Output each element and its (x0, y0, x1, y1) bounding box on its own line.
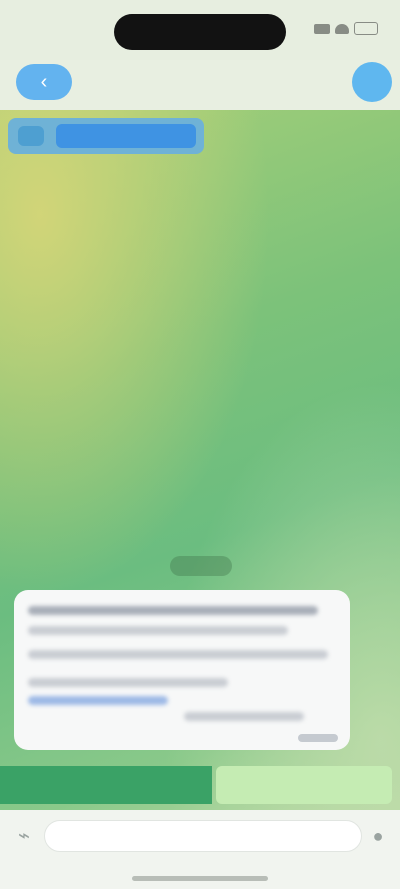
message-text-line (184, 712, 304, 721)
battery-icon (354, 22, 378, 35)
microphone-icon[interactable]: ● (366, 824, 390, 848)
message-text-line (28, 626, 288, 635)
message-link[interactable] (28, 696, 168, 705)
message-text-line (28, 650, 328, 659)
paperclip-icon[interactable]: ⌁ (12, 824, 36, 848)
signal-icon (314, 23, 330, 34)
message-text-line (28, 606, 318, 615)
message-composer: ⌁ ● (0, 810, 400, 889)
message-bubble[interactable] (14, 590, 350, 750)
message-text-line (28, 678, 228, 687)
back-button[interactable]: ‹ (16, 64, 72, 100)
chat-header: ‹ (0, 60, 400, 110)
avatar[interactable] (352, 62, 392, 102)
status-icons (314, 22, 378, 35)
status-bar (0, 0, 400, 60)
wifi-icon (335, 23, 349, 34)
date-chip (170, 556, 232, 576)
pinned-text (56, 124, 196, 148)
home-indicator (132, 876, 268, 881)
inline-keyboard (0, 766, 400, 804)
dynamic-island (114, 14, 286, 50)
message-input[interactable] (44, 820, 362, 852)
keyboard-button-2[interactable] (216, 766, 392, 804)
pinned-icon (18, 126, 44, 146)
chevron-left-icon: ‹ (40, 70, 48, 93)
keyboard-button-1[interactable] (0, 766, 212, 804)
pinned-message[interactable] (8, 118, 204, 154)
message-time (298, 734, 338, 742)
